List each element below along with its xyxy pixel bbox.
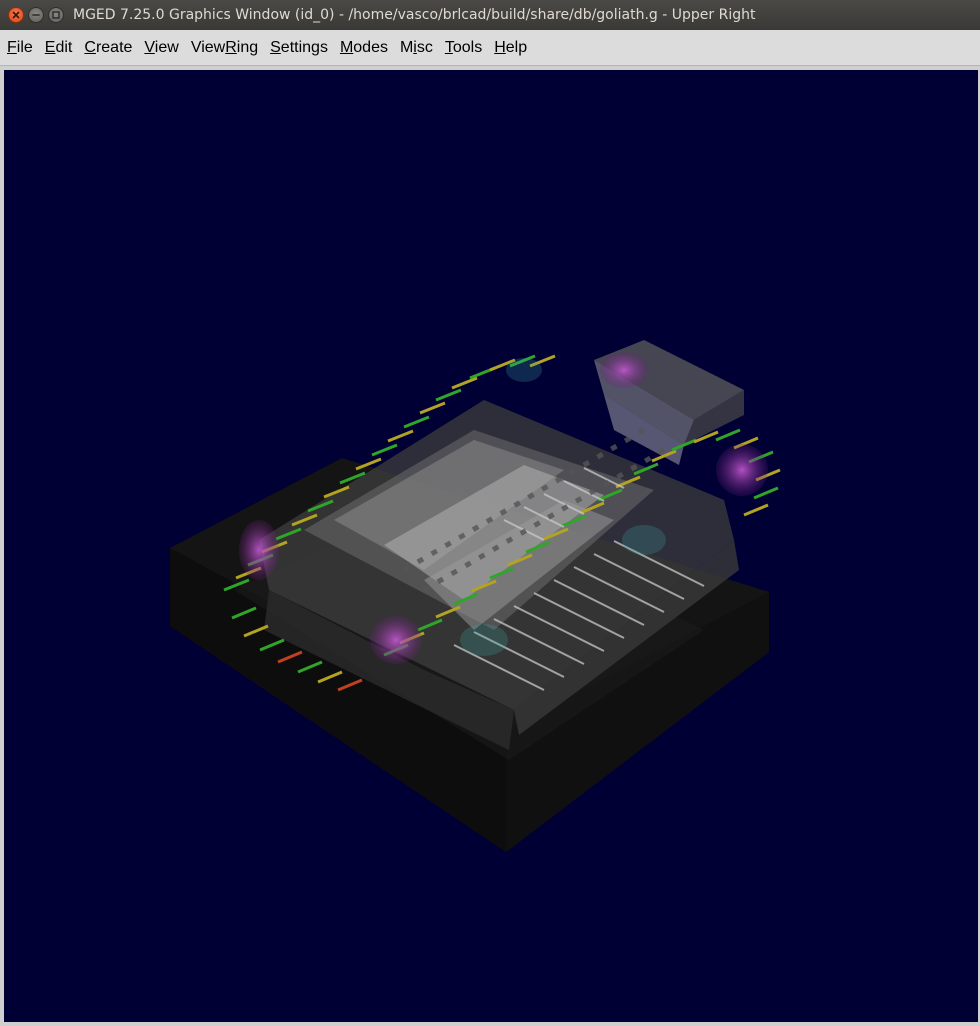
menu-bar: File Edit Create View ViewRing Settings … <box>0 30 980 66</box>
title-bar[interactable]: MGED 7.25.0 Graphics Window (id_0) - /ho… <box>0 0 980 30</box>
goliath-tank-render <box>170 340 781 852</box>
menu-misc[interactable]: Misc <box>394 30 439 66</box>
close-icon[interactable] <box>8 7 24 23</box>
menu-viewring[interactable]: ViewRing <box>185 30 264 66</box>
mged-graphics-window: MGED 7.25.0 Graphics Window (id_0) - /ho… <box>0 0 980 1026</box>
window-controls <box>8 7 64 23</box>
menu-settings[interactable]: Settings <box>264 30 334 66</box>
menu-file[interactable]: File <box>1 30 39 66</box>
menu-view[interactable]: View <box>138 30 184 66</box>
menu-edit[interactable]: Edit <box>39 30 79 66</box>
minimize-icon[interactable] <box>28 7 44 23</box>
graphics-viewport[interactable] <box>4 70 978 1022</box>
maximize-icon[interactable] <box>48 7 64 23</box>
graphics-viewport-frame <box>0 66 980 1026</box>
menu-tools[interactable]: Tools <box>439 30 488 66</box>
window-title: MGED 7.25.0 Graphics Window (id_0) - /ho… <box>73 7 756 23</box>
menu-create[interactable]: Create <box>78 30 138 66</box>
menu-modes[interactable]: Modes <box>334 30 394 66</box>
menu-help[interactable]: Help <box>488 30 533 66</box>
